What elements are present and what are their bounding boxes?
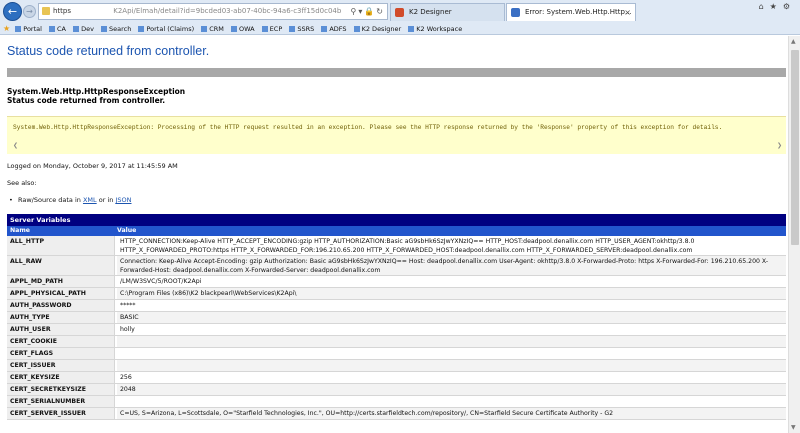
exception-type: System.Web.Http.HttpResponseException [7,87,186,96]
table-row: CERT_COOKIE [7,336,786,348]
favorite-item[interactable]: Portal [15,23,42,35]
scroll-up-icon[interactable]: ▲ [791,38,796,45]
json-link[interactable]: JSON [115,196,131,204]
favorite-item[interactable]: CRM [201,23,224,35]
table-row: CERT_SERVER_ISSUER C=US, S=Arizona, L=Sco… [7,408,786,420]
column-value-header: Value [117,227,137,234]
favorite-icon [408,26,415,32]
tab-label: K2 Designer [409,8,452,16]
back-arrow-icon[interactable]: ← [3,2,22,21]
table-row: AUTH_USER holly [7,324,786,336]
favorite-item[interactable]: Portal (Claims) [138,23,194,35]
favorite-item[interactable]: CA [49,23,66,35]
tab-errors[interactable]: ERRORS [7,78,41,87]
favorite-item[interactable]: K2 Designer [353,23,401,35]
favorite-icon [261,26,268,32]
favorite-item[interactable]: K2 Workspace [408,23,462,35]
table-row: CERT_FLAGS [7,348,786,360]
address-path: K2Api/Elmah/detail?id=9bcded03-ab07-40bc… [113,7,342,15]
table-row: AUTH_TYPE BASIC [7,312,786,324]
table-row: ALL_HTTP HTTP_CONNECTION:Keep-Alive HTTP_… [7,236,786,256]
tab-label: Error: System.Web.Http.Http... [525,8,632,16]
chevron-right-icon[interactable]: ❯ [777,142,782,149]
favorite-icon [321,26,328,32]
favorite-icon [230,26,237,32]
k2-favicon-icon [395,8,404,17]
favorite-icon [15,26,22,32]
tab-help[interactable]: HELP [41,78,66,87]
favorite-icon [201,26,208,32]
address-tools-icon[interactable]: ⚲▾🔒↻ [350,4,385,19]
page-tabs: ERRORS HELP ABOUT [7,68,786,87]
favorite-icon [101,26,108,32]
favorite-icon [73,26,80,32]
table-header: Name Value [7,226,786,236]
raw-source-item: • Raw/Source data in XML or in JSON [9,196,132,204]
logged-timestamp: Logged on Monday, October 9, 2017 at 11:… [7,162,178,170]
favorite-item[interactable]: SSRS [289,23,314,35]
favorite-icon [138,26,145,32]
bullet-icon: • [9,196,13,204]
tab-error[interactable]: Error: System.Web.Http.Http... × [506,3,636,21]
table-row: CERT_KEYSIZE 256 [7,372,786,384]
favorite-item[interactable]: Dev [73,23,94,35]
see-also-label: See also: [7,179,37,187]
page-favicon-icon [511,8,520,17]
tab-about[interactable]: ABOUT [66,78,96,87]
table-row: CERT_ISSUER [7,360,786,372]
exception-detail: System.Web.Http.HttpResponseException: P… [13,124,723,131]
favorite-item[interactable]: OWA [230,23,255,35]
favorite-item[interactable]: ECP [261,23,282,35]
address-host: https [53,7,72,15]
table-row: AUTH_PASSWORD ***** [7,300,786,312]
lock-icon [42,7,50,15]
favorites-bar: ★ Portal CA Dev Search Portal (Claims) C… [0,23,800,35]
forward-arrow-icon[interactable]: → [23,5,36,18]
star-icon[interactable]: ★ [3,24,10,33]
browser-nav-row: ← → https K2Api/Elmah/detail?id=9bcded03… [0,0,800,22]
tab-k2-designer[interactable]: K2 Designer [390,3,505,21]
server-variables-title: Server Variables [7,214,786,226]
favorite-item[interactable]: ADFS [321,23,347,35]
page-title: Status code returned from controller. [7,44,210,58]
scroll-down-icon[interactable]: ▼ [791,424,796,431]
vertical-scrollbar[interactable]: ▲ ▼ [788,36,800,433]
server-variables-table: Server Variables Name Value ALL_HTTP HTTP… [7,214,786,420]
favorite-icon [289,26,296,32]
xml-link[interactable]: XML [83,196,97,204]
horizontal-scrollbar[interactable]: ❮ ❯ [7,142,786,151]
chevron-left-icon[interactable]: ❮ [13,142,18,149]
table-row: CERT_SECRETKEYSIZE 2048 [7,384,786,396]
favorite-item[interactable]: Search [101,23,131,35]
scrollbar-thumb[interactable] [791,50,799,245]
table-row: ALL_RAW Connection: Keep-Alive Accept-Enc… [7,256,786,276]
exception-message: Status code returned from controller. [7,96,166,105]
column-name-header: Name [10,227,30,234]
table-row: APPL_PHYSICAL_PATH C:\Program Files (x86)… [7,288,786,300]
window-controls-icon[interactable]: ⌂★⚙ [759,2,796,11]
table-row: CERT_SERIALNUMBER [7,396,786,408]
favorite-icon [353,26,360,32]
table-row: APPL_MD_PATH/LM/W3SVC/5/ROOT/K2Api [7,276,786,288]
favorite-icon [49,26,56,32]
page-content: Status code returned from controller. ER… [0,36,788,433]
browser-chrome: ← → https K2Api/Elmah/detail?id=9bcded03… [0,0,800,35]
close-icon[interactable]: × [624,4,631,21]
address-bar[interactable]: https K2Api/Elmah/detail?id=9bcded03-ab0… [38,3,388,20]
